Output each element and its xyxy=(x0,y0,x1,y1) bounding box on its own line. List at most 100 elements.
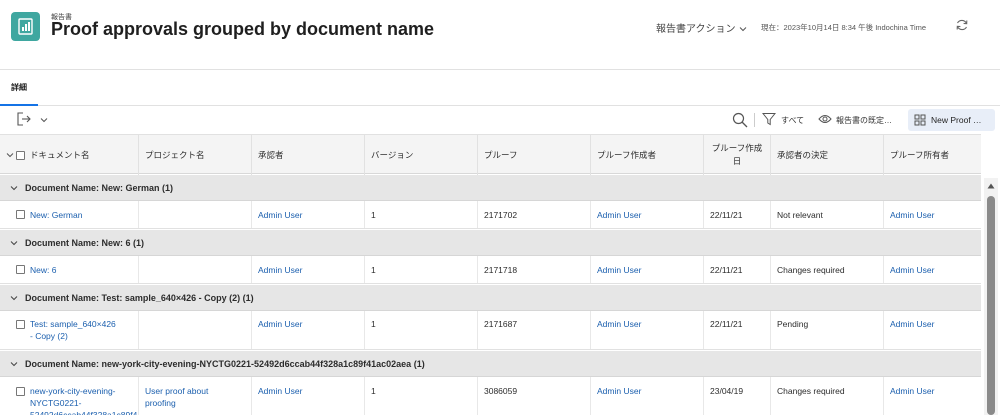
cell-proof: 3086059 xyxy=(478,377,591,415)
column-header-proof[interactable]: プルーフ xyxy=(478,135,591,175)
report-grid: ドキュメント名 プロジェクト名 承認者 バージョン プルーフ プルーフ作成者 プ… xyxy=(0,134,981,415)
project-link-line[interactable]: proofing xyxy=(145,397,251,409)
proof-creator-link[interactable]: Admin User xyxy=(591,201,704,228)
cell-project-name: User proof about proofing xyxy=(139,377,252,415)
column-header-project-name[interactable]: プロジェクト名 xyxy=(139,135,252,175)
scrollbar-thumb[interactable] xyxy=(987,196,995,415)
column-label: プルーフ作成 日 xyxy=(712,142,763,168)
approver-link[interactable]: Admin User xyxy=(252,256,365,283)
proof-owner-link[interactable]: Admin User xyxy=(884,377,981,415)
proof-owner-link[interactable]: Admin User xyxy=(884,311,981,349)
group-header-row[interactable]: Document Name: New: German (1) xyxy=(0,175,981,201)
column-header-version[interactable]: バージョン xyxy=(365,135,478,175)
column-header-approver[interactable]: 承認者 xyxy=(252,135,365,175)
group-header-row[interactable]: Document Name: New: 6 (1) xyxy=(0,230,981,256)
project-link[interactable]: User proof about xyxy=(145,385,251,397)
cell-project-name xyxy=(139,201,252,228)
approver-link[interactable]: Admin User xyxy=(252,201,365,228)
cell-document-name: New: 6 xyxy=(0,256,139,283)
column-header-document-name[interactable]: ドキュメント名 xyxy=(0,135,139,175)
column-label: 承認者の決定 xyxy=(777,150,829,160)
group-header-row[interactable]: Document Name: Test: sample_640×426 - Co… xyxy=(0,285,981,311)
cell-version: 1 xyxy=(365,256,478,283)
table-row[interactable]: new-york-city-evening- NYCTG0221- 52492d… xyxy=(0,377,981,415)
column-label: プルーフ xyxy=(484,150,518,160)
eye-icon[interactable] xyxy=(818,113,832,125)
document-link-line[interactable]: NYCTG0221- xyxy=(0,397,138,409)
table-row[interactable]: Test: sample_640×426 - Copy (2) Admin Us… xyxy=(0,311,981,350)
toolbar-divider xyxy=(754,113,755,127)
cell-created-date: 23/04/19 xyxy=(704,377,771,415)
group-label: Document Name: New: 6 (1) xyxy=(25,238,145,248)
column-label: プルーフ作成者 xyxy=(597,150,656,160)
proof-creator-link[interactable]: Admin User xyxy=(591,377,704,415)
cell-version: 1 xyxy=(365,311,478,349)
cell-decision: Changes required xyxy=(771,377,884,415)
refresh-icon[interactable] xyxy=(955,18,969,32)
document-link-line[interactable]: - Copy (2) xyxy=(0,330,138,342)
view-selector-label[interactable]: 報告書の既定… xyxy=(836,115,892,126)
column-header-proof-owner[interactable]: プルーフ所有者 xyxy=(884,135,981,175)
group-label: Document Name: New: German (1) xyxy=(25,183,174,193)
row-checkbox[interactable] xyxy=(16,320,25,329)
chevron-down-icon[interactable] xyxy=(10,294,18,302)
vertical-scrollbar[interactable] xyxy=(984,178,998,415)
filter-label[interactable]: すべて xyxy=(781,115,804,126)
chevron-down-icon[interactable] xyxy=(10,184,18,192)
chevron-down-icon[interactable] xyxy=(6,151,14,159)
filter-icon[interactable] xyxy=(762,112,776,126)
chevron-down-icon[interactable] xyxy=(10,360,18,368)
document-link-line[interactable]: 52492d6ccab44f328a1c89f41ac02aea xyxy=(0,409,138,415)
cell-document-name: Test: sample_640×426 - Copy (2) xyxy=(0,311,139,349)
column-header-proof-creator[interactable]: プルーフ作成者 xyxy=(591,135,704,175)
approver-link[interactable]: Admin User xyxy=(252,377,365,415)
group-label: Document Name: new-york-city-evening-NYC… xyxy=(25,359,425,369)
report-timestamp: 現在：2023年10月14日 8:34 午後 Indochina Time xyxy=(761,23,927,32)
cell-created-date: 22/11/21 xyxy=(704,311,771,349)
report-actions-label: 報告書アクション xyxy=(656,24,736,35)
cell-created-date: 22/11/21 xyxy=(704,201,771,228)
proof-owner-link[interactable]: Admin User xyxy=(884,256,981,283)
column-label: プロジェクト名 xyxy=(145,150,205,160)
proof-creator-link[interactable]: Admin User xyxy=(591,311,704,349)
column-header-proof-created-date[interactable]: プルーフ作成 日 xyxy=(704,135,771,175)
proof-creator-link[interactable]: Admin User xyxy=(591,256,704,283)
report-actions-menu[interactable]: 報告書アクション xyxy=(656,20,748,35)
table-row[interactable]: New: 6 Admin User 1 2171718 Admin User 2… xyxy=(0,256,981,284)
cell-proof: 2171702 xyxy=(478,201,591,228)
cell-decision: Not relevant xyxy=(771,201,884,228)
groupby-label: New Proof … xyxy=(931,115,982,125)
row-checkbox[interactable] xyxy=(16,265,25,274)
group-label: Document Name: Test: sample_640×426 - Co… xyxy=(25,293,254,303)
page-title: Proof approvals grouped by document name xyxy=(51,19,435,39)
cell-decision: Pending xyxy=(771,311,884,349)
chevron-down-icon[interactable] xyxy=(40,116,48,124)
proof-owner-link[interactable]: Admin User xyxy=(884,201,981,228)
column-header-row: ドキュメント名 プロジェクト名 承認者 バージョン プルーフ プルーフ作成者 プ… xyxy=(0,134,981,175)
cell-version: 1 xyxy=(365,201,478,228)
column-label: バージョン xyxy=(371,150,414,160)
row-checkbox[interactable] xyxy=(16,387,25,396)
cell-created-date: 22/11/21 xyxy=(704,256,771,283)
report-header: 報告書 Proof approvals grouped by document … xyxy=(0,0,1000,70)
cell-proof: 2171687 xyxy=(478,311,591,349)
chevron-down-icon xyxy=(739,27,747,32)
tab-details[interactable]: 詳細 xyxy=(0,70,38,106)
cell-document-name: New: German xyxy=(0,201,139,228)
table-row[interactable]: New: German Admin User 1 2171702 Admin U… xyxy=(0,201,981,229)
column-label: 承認者 xyxy=(258,150,284,160)
search-icon[interactable] xyxy=(732,112,748,128)
row-checkbox[interactable] xyxy=(16,210,25,219)
approver-link[interactable]: Admin User xyxy=(252,311,365,349)
chevron-down-icon[interactable] xyxy=(10,239,18,247)
groupby-button[interactable]: New Proof … xyxy=(908,109,995,131)
select-all-checkbox[interactable] xyxy=(16,150,25,160)
report-app-icon xyxy=(11,12,40,41)
column-label-line: 日 xyxy=(732,156,742,166)
column-header-approver-decision[interactable]: 承認者の決定 xyxy=(771,135,884,175)
grid-icon xyxy=(914,114,926,126)
scroll-up-icon[interactable] xyxy=(987,182,995,190)
group-header-row[interactable]: Document Name: new-york-city-evening-NYC… xyxy=(0,351,981,377)
report-toolbar: すべて 報告書の既定… New Proof … xyxy=(0,107,1000,134)
export-icon[interactable] xyxy=(16,111,32,127)
